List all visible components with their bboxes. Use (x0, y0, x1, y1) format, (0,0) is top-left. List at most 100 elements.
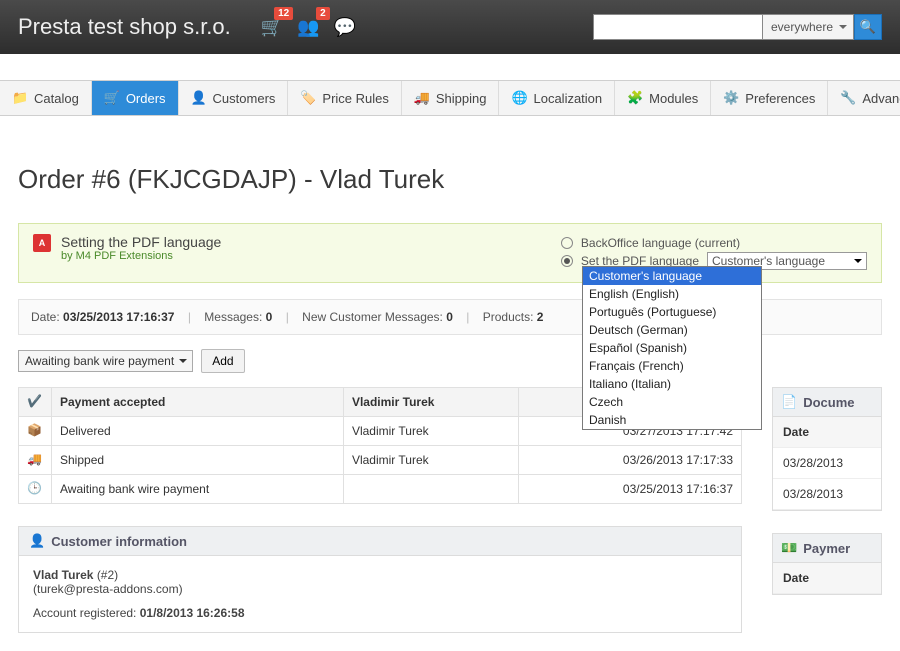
top-bar: Presta test shop s.r.o. 🛒12 👥2 💬 everywh… (0, 0, 900, 54)
table-row: 🕒 Awaiting bank wire payment 03/25/2013 … (19, 475, 742, 504)
menu-label: Catalog (34, 91, 79, 106)
main-menu: 📁 Catalog 🛒 Orders 👤 Customers 🏷️ Price Rule… (0, 80, 900, 116)
meta-new-messages-value: 0 (446, 310, 453, 324)
search-box: everywhere 🔍 (593, 14, 882, 40)
users-icon[interactable]: 👥2 (297, 17, 319, 38)
menu-label: Advanced Parameters (862, 91, 900, 106)
shop-name: Presta test shop s.r.o. (18, 14, 231, 40)
search-button[interactable]: 🔍 (854, 14, 882, 40)
history-date: 03/26/2013 17:17:33 (518, 446, 741, 475)
person-icon: 👤 (29, 533, 45, 549)
menu-localization[interactable]: 🌐 Localization (499, 81, 615, 115)
menu-label: Orders (126, 91, 166, 106)
panel-title: Docume (803, 395, 854, 410)
check-icon: ✔️ (27, 394, 43, 410)
customer-id: (#2) (97, 568, 118, 582)
panel-title: Paymer (803, 541, 850, 556)
history-status: Payment accepted (52, 388, 344, 417)
menu-shipping[interactable]: 🚚 Shipping (402, 81, 500, 115)
menu-catalog[interactable]: 📁 Catalog (0, 81, 92, 115)
pdf-panel-title: Setting the PDF language (61, 234, 221, 250)
menu-label: Customers (213, 91, 276, 106)
language-option[interactable]: English (English) (583, 285, 761, 303)
table-row: 🚚 Shipped Vladimir Turek 03/26/2013 17:1… (19, 446, 742, 475)
menu-price-rules[interactable]: 🏷️ Price Rules (288, 81, 401, 115)
search-icon: 🔍 (860, 19, 876, 35)
language-option[interactable]: Italiano (Italian) (583, 375, 761, 393)
language-option[interactable]: Customer's language (583, 267, 761, 285)
radio-current-language[interactable] (561, 237, 573, 249)
page-title: Order #6 (FKJCGDAJP) - Vlad Turek (18, 164, 882, 195)
language-option[interactable]: Czech (583, 393, 761, 411)
history-employee: Vladimir Turek (343, 446, 518, 475)
menu-label: Preferences (745, 91, 815, 106)
pdf-icon: A (33, 234, 51, 252)
menu-orders[interactable]: 🛒 Orders (92, 81, 179, 115)
language-option[interactable]: Español (Spanish) (583, 339, 761, 357)
history-status: Delivered (52, 417, 344, 446)
panel-title: Customer information (51, 534, 187, 549)
meta-messages-label: Messages: (204, 310, 262, 324)
menu-customers[interactable]: 👤 Customers (179, 81, 289, 115)
history-employee: Vladimir Turek (343, 388, 518, 417)
chat-icon[interactable]: 💬 (334, 17, 356, 38)
history-status: Awaiting bank wire payment (52, 475, 344, 504)
cart-badge: 12 (274, 7, 293, 20)
document-date: 03/28/2013 (773, 479, 881, 510)
status-select-value: Awaiting bank wire payment (25, 354, 174, 368)
menu-label: Modules (649, 91, 698, 106)
document-icon: 📄 (781, 394, 797, 410)
customer-info-panel: 👤Customer information Vlad Turek (#2) (t… (18, 526, 742, 633)
meta-date-label: Date: (31, 310, 60, 324)
payment-panel: 💵 Paymer Date (772, 533, 882, 595)
history-date: 03/25/2013 17:16:37 (518, 475, 741, 504)
customer-registered-label: Account registered: (33, 606, 136, 620)
top-notifications: 🛒12 👥2 💬 (261, 17, 356, 38)
document-date: 03/28/2013 (773, 448, 881, 479)
menu-modules[interactable]: 🧩Modules (615, 81, 711, 115)
status-select[interactable]: Awaiting bank wire payment (18, 350, 193, 372)
column-header: Date (773, 563, 881, 594)
search-scope-select[interactable]: everywhere (763, 14, 854, 40)
column-header: Date (773, 417, 881, 448)
menu-preferences[interactable]: ⚙️ Preferences (711, 81, 828, 115)
menu-label: Localization (533, 91, 602, 106)
menu-label: Price Rules (322, 91, 388, 106)
person-icon: 👤 (191, 90, 207, 106)
box-icon: 📦 (27, 423, 43, 439)
meta-new-messages-label: New Customer Messages: (302, 310, 443, 324)
clock-icon: 🕒 (27, 481, 43, 497)
users-badge: 2 (316, 7, 330, 20)
history-status: Shipped (52, 446, 344, 475)
add-status-button[interactable]: Add (201, 349, 244, 373)
folder-icon: 📁 (12, 90, 28, 106)
meta-products-label: Products: (483, 310, 534, 324)
gear-icon: ⚙️ (723, 90, 739, 106)
language-option[interactable]: Português (Portuguese) (583, 303, 761, 321)
language-dropdown: Customer's language English (English) Po… (582, 266, 762, 430)
wrench-icon: 🔧 (840, 90, 856, 106)
history-employee: Vladimir Turek (343, 417, 518, 446)
meta-date-value: 03/25/2013 17:16:37 (63, 310, 174, 324)
radio-label: BackOffice language (current) (581, 236, 740, 250)
language-option[interactable]: Français (French) (583, 357, 761, 375)
pdf-language-panel: A Setting the PDF language by M4 PDF Ext… (18, 223, 882, 283)
customer-registered-value: 01/8/2013 16:26:58 (140, 606, 245, 620)
tag-icon: 🏷️ (300, 90, 316, 106)
pdf-panel-byline: by M4 PDF Extensions (61, 250, 221, 262)
radio-set-language[interactable] (561, 255, 573, 267)
language-option[interactable]: Deutsch (German) (583, 321, 761, 339)
customer-name: Vlad Turek (33, 568, 93, 582)
truck-icon: 🚚 (414, 90, 430, 106)
language-option[interactable]: Danish (583, 411, 761, 429)
meta-products-value: 2 (537, 310, 544, 324)
search-scope-label: everywhere (771, 20, 833, 34)
menu-advanced-parameters[interactable]: 🔧 Advanced Parameters (828, 81, 900, 115)
cart-icon: 🛒 (104, 90, 120, 106)
globe-icon: 🌐 (511, 90, 527, 106)
history-employee (343, 475, 518, 504)
money-icon: 💵 (781, 540, 797, 556)
search-input[interactable] (593, 14, 763, 40)
menu-label: Shipping (436, 91, 487, 106)
cart-icon[interactable]: 🛒12 (261, 17, 283, 38)
